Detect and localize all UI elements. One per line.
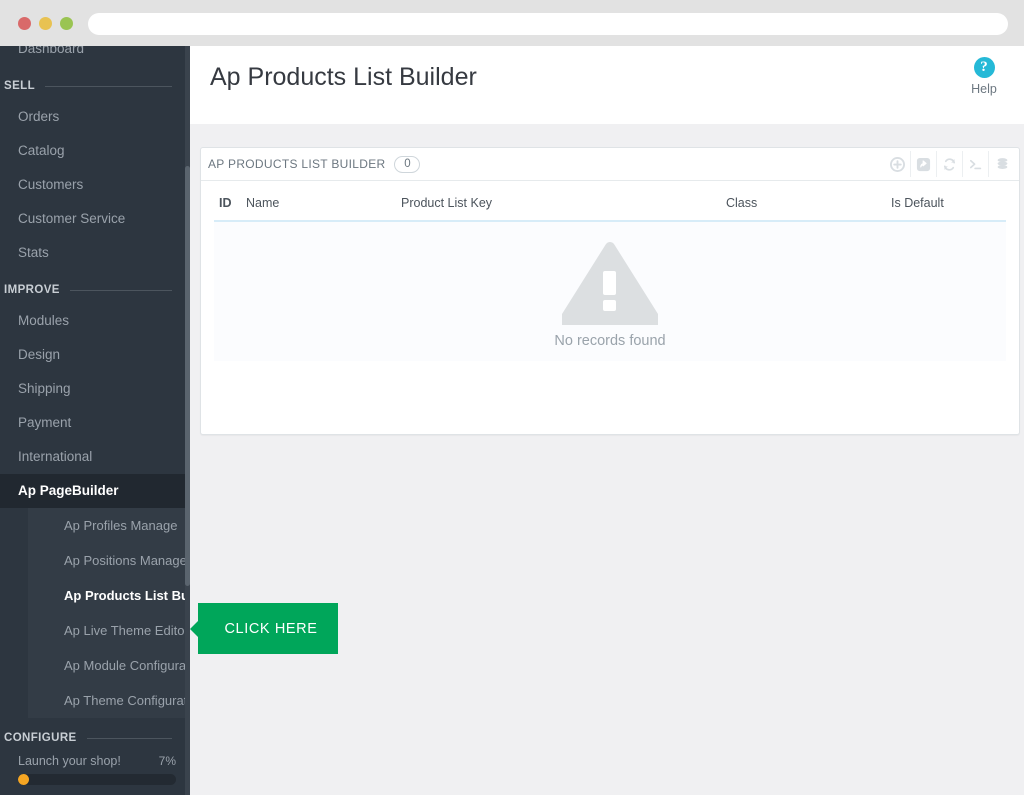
sidebar-item-ap-theme-configuration[interactable]: Ap Theme Configuration (0, 683, 190, 718)
refresh-icon[interactable] (937, 151, 963, 177)
sidebar-section-label-configure: CONFIGURE (4, 732, 77, 744)
sidebar-item-ap-products-list-builder[interactable]: Ap Products List Builder (0, 578, 190, 613)
sidebar-item-modules[interactable]: Modules (0, 304, 190, 338)
question-mark-circle-icon: ? (973, 57, 995, 78)
column-header-name[interactable]: Name (246, 190, 401, 221)
address-bar-input[interactable] (88, 13, 1008, 35)
callout-label: CLICK HERE (224, 620, 318, 637)
sidebar-item-customers[interactable]: Customers (0, 168, 190, 202)
database-icon[interactable] (989, 151, 1015, 177)
browser-chrome (0, 0, 1024, 46)
panel-title: AP PRODUCTS LIST BUILDER (208, 157, 386, 171)
sidebar-item-dashboard[interactable]: Dashboard (0, 46, 190, 66)
sidebar-item-ap-live-theme-editor[interactable]: Ap Live Theme Editor (0, 613, 190, 648)
empty-state-text: No records found (554, 332, 666, 349)
launch-shop-label: Launch your shop! (18, 754, 121, 768)
sidebar-item-ap-profiles-manage[interactable]: Ap Profiles Manage (0, 508, 190, 543)
sidebar-item-ap-module-configuration[interactable]: Ap Module Configuration (0, 648, 190, 683)
page-header: Ap Products List Builder ? Help (190, 46, 1024, 124)
panel-header: AP PRODUCTS LIST BUILDER 0 (201, 148, 1019, 181)
records-panel: AP PRODUCTS LIST BUILDER 0 ID Name Produ… (200, 147, 1020, 435)
sql-console-icon[interactable] (963, 151, 989, 177)
main-content: Ap Products List Builder ? Help AP PRODU… (190, 46, 1024, 795)
section-divider (86, 737, 172, 739)
sidebar-section-improve: IMPROVE (0, 270, 190, 304)
sidebar-item-catalog[interactable]: Catalog (0, 134, 190, 168)
sidebar-submenu-ap-pagebuilder: Ap Profiles Manage Ap Positions Manage A… (0, 508, 190, 718)
sidebar-item-design[interactable]: Design (0, 338, 190, 372)
sidebar-section-configure: CONFIGURE (0, 718, 190, 752)
close-window-button[interactable] (18, 17, 31, 30)
sidebar-item-ap-pagebuilder[interactable]: Ap PageBuilder (0, 474, 190, 508)
panel-toolbar (885, 151, 1015, 177)
zoom-window-button[interactable] (60, 17, 73, 30)
record-count-badge: 0 (394, 155, 421, 173)
section-divider (45, 85, 172, 87)
page-body: Dashboard SELL Orders Catalog Customers … (0, 46, 1024, 795)
column-header-class[interactable]: Class (726, 190, 891, 221)
column-header-is-default[interactable]: Is Default (891, 190, 1006, 221)
section-divider (69, 289, 172, 291)
add-new-icon[interactable] (885, 151, 911, 177)
column-header-id[interactable]: ID (214, 190, 246, 221)
column-header-product-list-key[interactable]: Product List Key (401, 190, 726, 221)
help-label: Help (971, 82, 997, 96)
sidebar-section-sell: SELL (0, 66, 190, 100)
warning-triangle-icon (562, 241, 658, 325)
sidebar-scroll-area: Dashboard SELL Orders Catalog Customers … (0, 46, 190, 786)
window-traffic-lights (18, 17, 73, 30)
records-table-body: No records found (214, 220, 1006, 361)
sidebar-section-label-improve: IMPROVE (4, 284, 60, 296)
click-here-callout[interactable]: CLICK HERE (198, 603, 338, 654)
sidebar-item-international[interactable]: International (0, 440, 190, 474)
empty-state-cell: No records found (214, 220, 1006, 361)
main-sidebar: Dashboard SELL Orders Catalog Customers … (0, 46, 190, 795)
records-table-wrapper: ID Name Product List Key Class Is Defaul… (201, 181, 1019, 361)
sidebar-item-payment[interactable]: Payment (0, 406, 190, 440)
sidebar-item-stats[interactable]: Stats (0, 236, 190, 270)
launch-shop-progress-fill (18, 774, 30, 785)
table-header-row: ID Name Product List Key Class Is Defaul… (214, 190, 1006, 221)
help-button[interactable]: ? Help (956, 57, 1012, 96)
empty-state-row: No records found (214, 220, 1006, 361)
launch-shop-percent: 7% (158, 754, 176, 768)
sidebar-section-label-sell: SELL (4, 80, 35, 92)
sidebar-footer: Launch your shop! 7% (0, 750, 190, 795)
launch-shop-row: Launch your shop! 7% (10, 750, 180, 774)
sidebar-item-customer-service[interactable]: Customer Service (0, 202, 190, 236)
minimize-window-button[interactable] (39, 17, 52, 30)
launch-shop-progress-bar (18, 774, 176, 785)
page-title: Ap Products List Builder (210, 63, 477, 91)
records-table-head: ID Name Product List Key Class Is Defaul… (214, 190, 1006, 221)
export-icon[interactable] (911, 151, 937, 177)
sidebar-item-shipping[interactable]: Shipping (0, 372, 190, 406)
sidebar-item-ap-positions-manage[interactable]: Ap Positions Manage (0, 543, 190, 578)
records-table: ID Name Product List Key Class Is Defaul… (214, 190, 1006, 361)
sidebar-item-orders[interactable]: Orders (0, 100, 190, 134)
